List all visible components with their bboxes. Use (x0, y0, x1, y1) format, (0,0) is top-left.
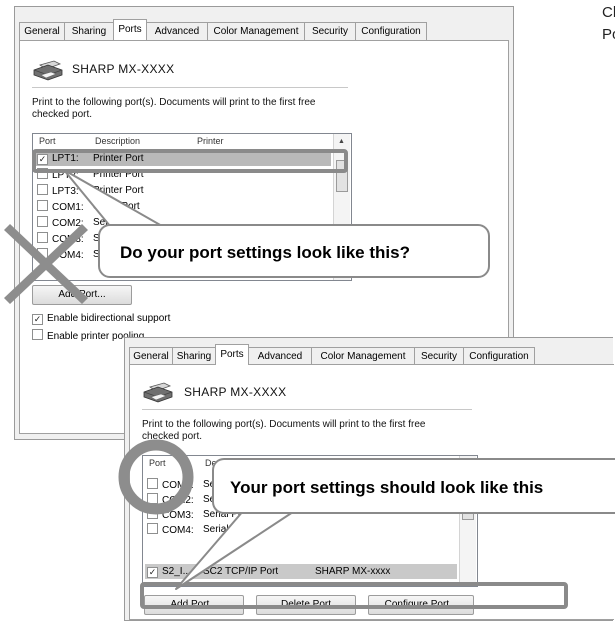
correct-callout-pointer (175, 509, 297, 590)
tab-ports[interactable]: Ports (113, 19, 147, 40)
tab-ports[interactable]: Ports (215, 344, 249, 365)
correct-callout-text: Your port settings should look like this (230, 478, 544, 497)
correct-callout: Your port settings should look like this (212, 458, 615, 514)
callout-joint (246, 508, 294, 512)
